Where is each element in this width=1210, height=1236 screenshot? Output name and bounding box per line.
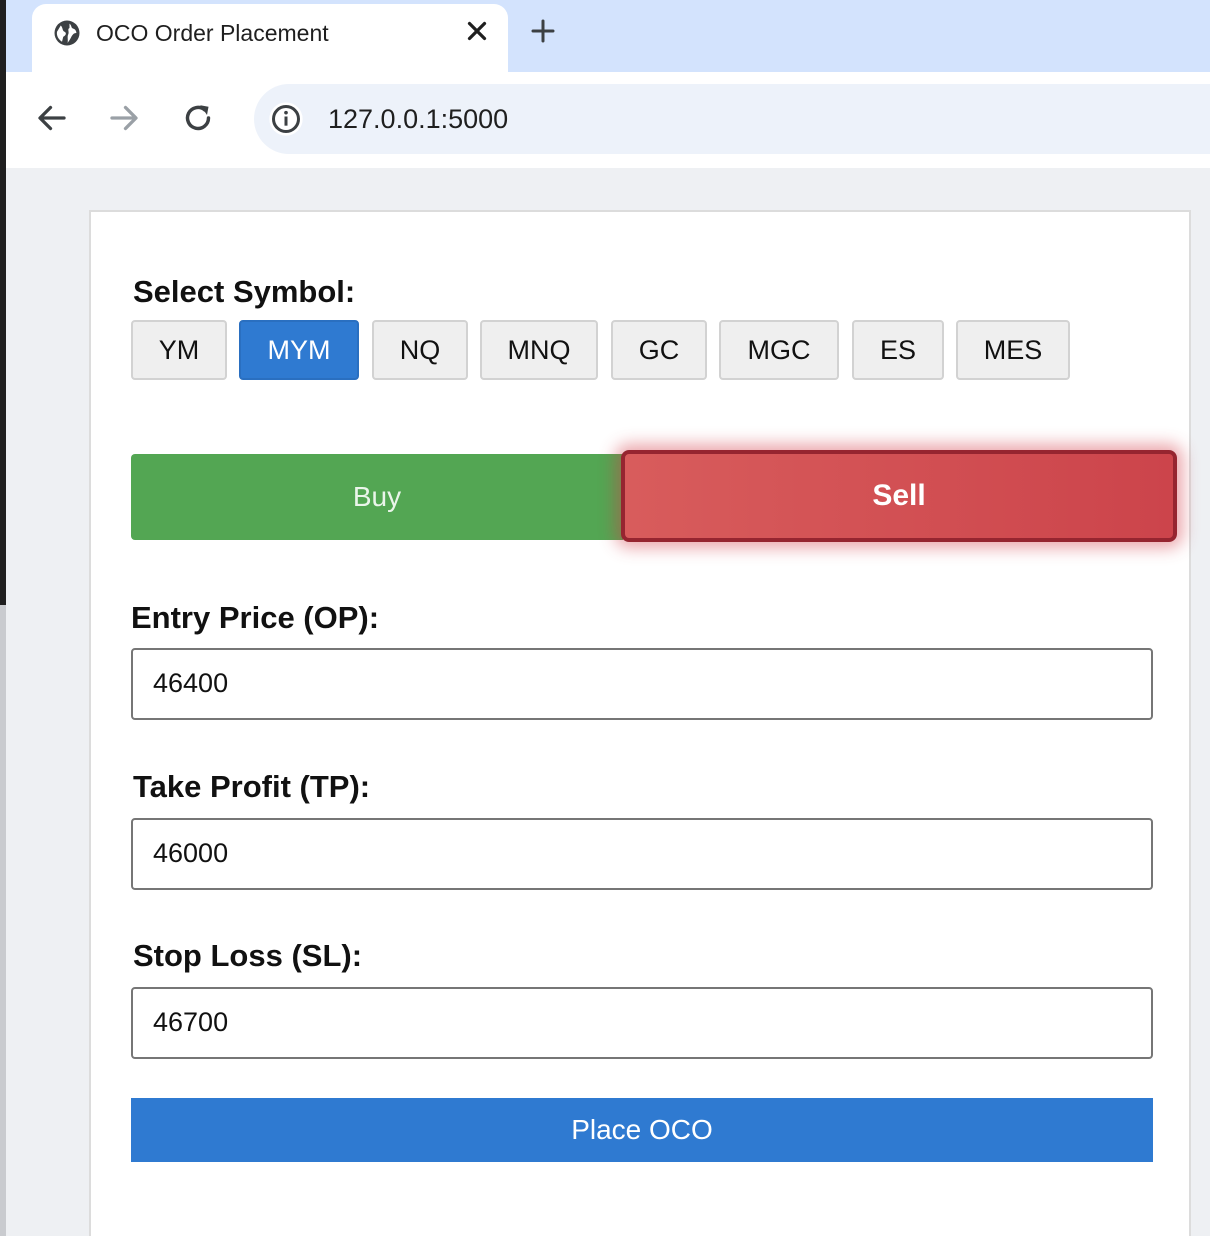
arrow-left-icon[interactable] — [34, 100, 70, 136]
symbol-button-ym[interactable]: YM — [131, 320, 227, 380]
close-icon[interactable] — [462, 16, 492, 46]
stop-loss-input[interactable]: 46700 — [131, 987, 1153, 1059]
take-profit-label: Take Profit (TP): — [133, 769, 371, 804]
tab-title: OCO Order Placement — [96, 20, 329, 46]
arrow-right-icon[interactable] — [106, 100, 142, 136]
tab-strip: OCO Order Placement — [6, 0, 1210, 72]
reload-icon[interactable] — [180, 100, 216, 136]
page-content: Select Symbol: YM MYM NQ MNQ GC MGC ES M… — [6, 168, 1210, 1236]
symbol-button-gc[interactable]: GC — [611, 320, 707, 380]
symbol-button-nq[interactable]: NQ — [372, 320, 468, 380]
plus-icon[interactable] — [528, 16, 558, 46]
stop-loss-value: 46700 — [153, 1007, 229, 1037]
symbol-button-mnq[interactable]: MNQ — [480, 320, 598, 380]
sell-button[interactable]: Sell — [621, 450, 1177, 542]
symbol-button-mgc[interactable]: MGC — [719, 320, 839, 380]
entry-price-input[interactable]: 46400 — [131, 648, 1153, 720]
address-bar[interactable]: 127.0.0.1:5000 — [254, 84, 1210, 154]
place-oco-button[interactable]: Place OCO — [131, 1098, 1153, 1162]
take-profit-input[interactable]: 46000 — [131, 818, 1153, 890]
url-text: 127.0.0.1:5000 — [328, 104, 509, 134]
order-form-card: Select Symbol: YM MYM NQ MNQ GC MGC ES M… — [89, 210, 1191, 1236]
browser-tab[interactable]: OCO Order Placement — [32, 4, 508, 72]
stop-loss-label: Stop Loss (SL): — [133, 938, 363, 973]
symbol-label: Select Symbol: — [133, 274, 356, 309]
info-icon[interactable] — [266, 99, 306, 139]
browser-toolbar: 127.0.0.1:5000 — [6, 72, 1210, 168]
symbol-button-mym[interactable]: MYM — [239, 320, 359, 380]
buy-button[interactable]: Buy — [131, 454, 623, 540]
symbol-button-mes[interactable]: MES — [956, 320, 1070, 380]
symbol-button-es[interactable]: ES — [852, 320, 944, 380]
entry-price-value: 46400 — [153, 668, 229, 698]
entry-price-label: Entry Price (OP): — [131, 600, 380, 635]
take-profit-value: 46000 — [153, 838, 229, 868]
globe-icon — [54, 20, 80, 46]
